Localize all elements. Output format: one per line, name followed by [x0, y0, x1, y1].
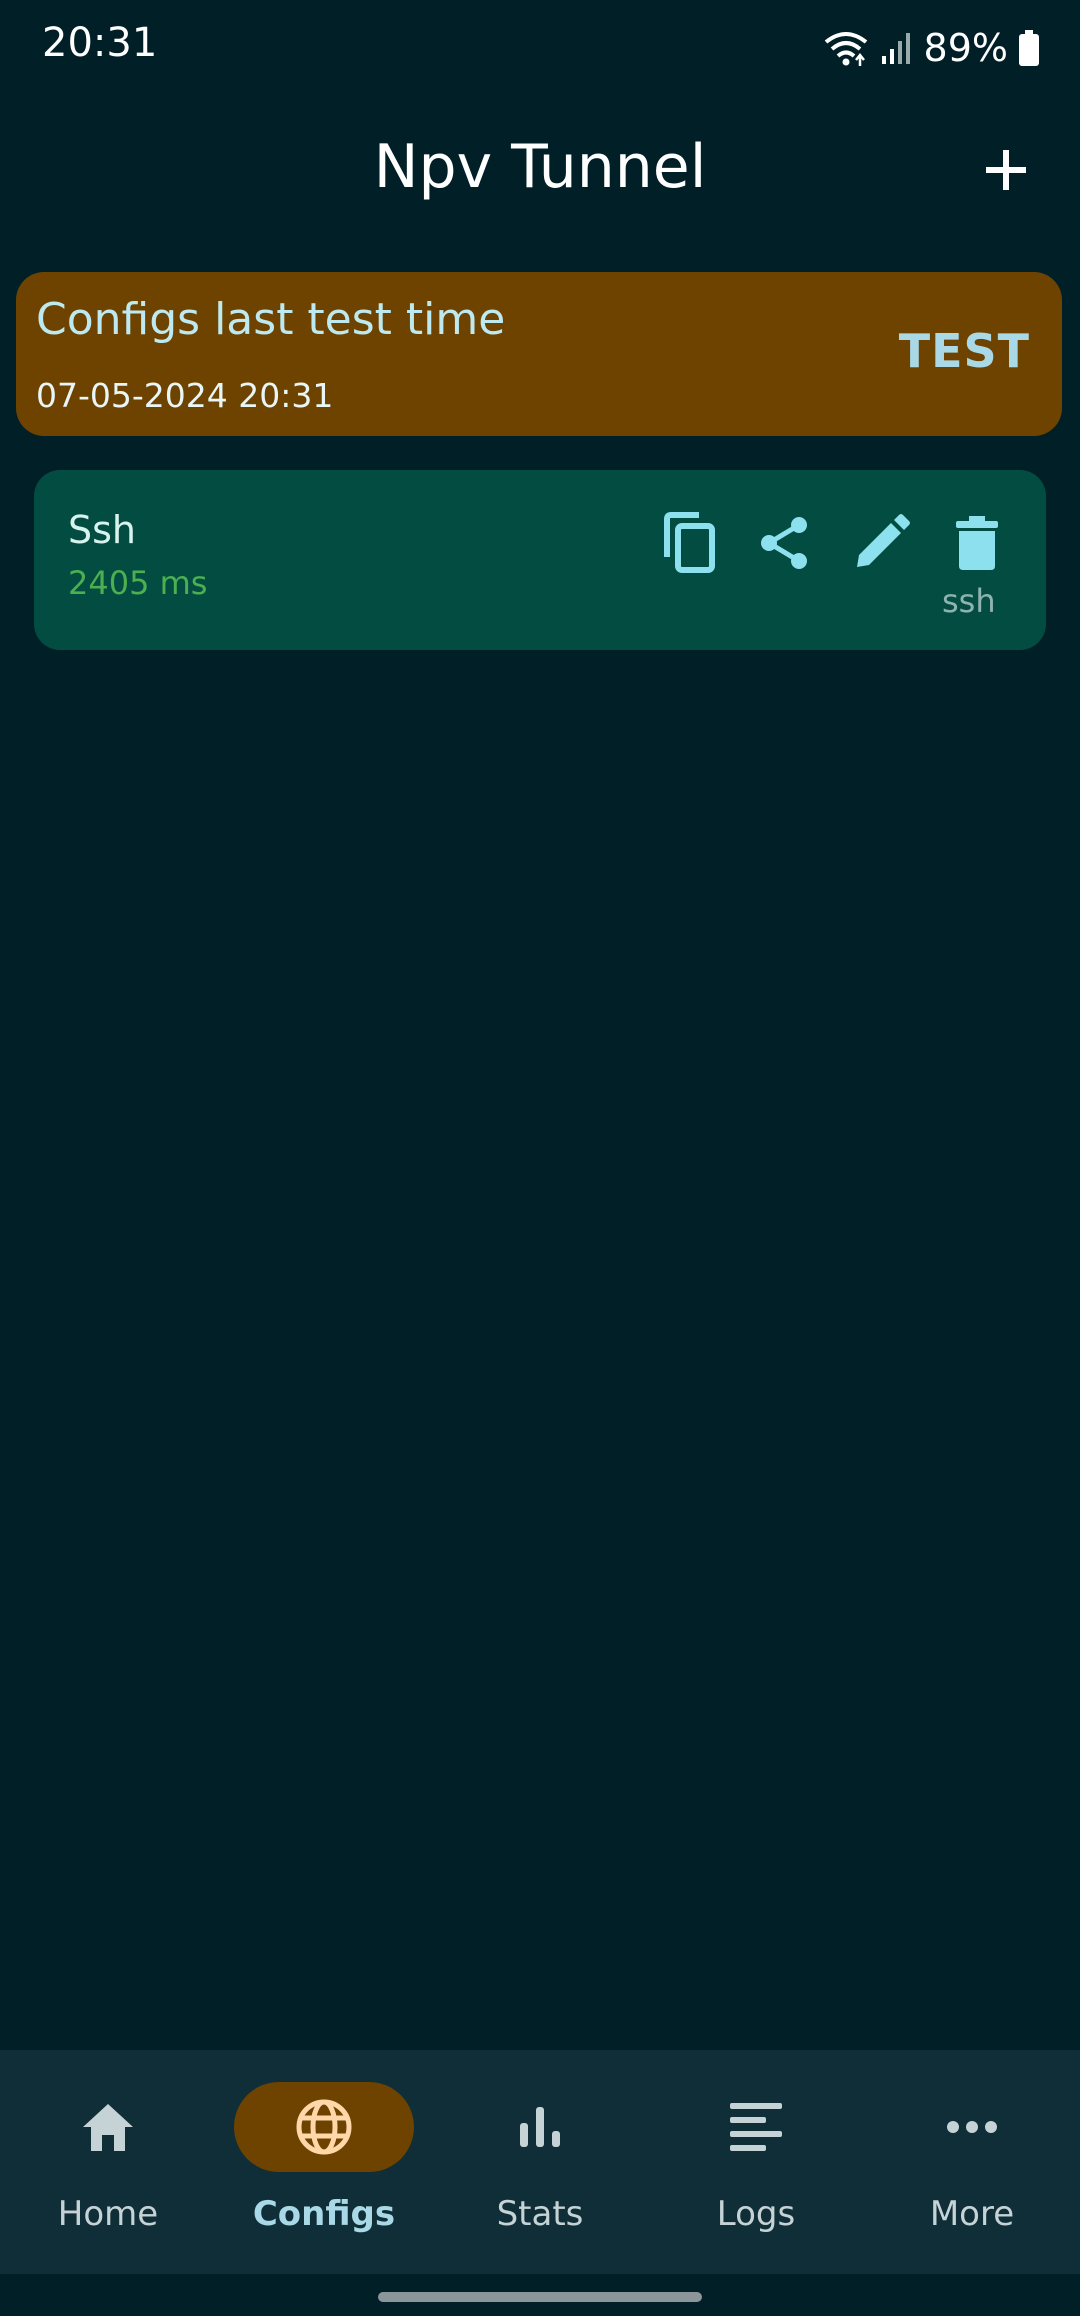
- nav-item-more[interactable]: More: [864, 2050, 1080, 2274]
- test-banner: Configs last test time 07-05-2024 20:31 …: [16, 272, 1062, 436]
- add-config-button[interactable]: [966, 130, 1046, 210]
- nav-item-home[interactable]: Home: [0, 2050, 216, 2274]
- nav-label-more: More: [929, 2194, 1015, 2234]
- copy-icon: [664, 512, 715, 573]
- nav-item-logs[interactable]: Logs: [648, 2050, 864, 2274]
- delete-button[interactable]: [942, 508, 1012, 578]
- nav-item-stats[interactable]: Stats: [432, 2050, 648, 2274]
- edit-button[interactable]: [846, 508, 916, 578]
- lines-icon: [730, 2103, 782, 2151]
- page-title: Npv Tunnel: [373, 132, 707, 202]
- status-bar: 20:31 89%: [0, 0, 1080, 96]
- banner-title: Configs last test time: [36, 294, 506, 345]
- nav-pill-configs: [234, 2082, 414, 2172]
- nav-pill-logs: [666, 2082, 846, 2172]
- home-indicator[interactable]: [378, 2292, 702, 2302]
- bottom-nav: Home Configs Stats Logs More: [0, 2050, 1080, 2274]
- nav-label-home: Home: [57, 2194, 159, 2234]
- nav-item-configs[interactable]: Configs: [216, 2050, 432, 2274]
- signal-icon: [880, 30, 914, 66]
- wifi-icon: [822, 28, 870, 68]
- status-time: 20:31: [42, 20, 158, 66]
- nav-pill-home: [18, 2082, 198, 2172]
- nav-pill-more: [882, 2082, 1062, 2172]
- share-button[interactable]: [750, 508, 820, 578]
- share-icon: [761, 517, 807, 569]
- config-latency: 2405 ms: [68, 564, 208, 602]
- app-header: Npv Tunnel: [0, 110, 1080, 230]
- nav-pill-stats: [450, 2082, 630, 2172]
- status-icons: 89%: [822, 20, 1040, 76]
- copy-button[interactable]: [654, 508, 724, 578]
- bar-chart-icon: [520, 2107, 560, 2147]
- nav-label-configs: Configs: [252, 2194, 396, 2234]
- plus-icon: [986, 150, 1026, 190]
- edit-icon: [857, 514, 910, 567]
- config-type: ssh: [942, 582, 996, 620]
- battery-percent: 89%: [923, 26, 1008, 70]
- nav-label-stats: Stats: [496, 2194, 584, 2234]
- battery-icon: [1018, 29, 1040, 67]
- home-icon: [83, 2104, 133, 2151]
- delete-icon: [956, 516, 998, 570]
- globe-icon: [296, 2099, 352, 2155]
- config-card[interactable]: Ssh 2405 ms ssh: [34, 470, 1046, 650]
- test-button[interactable]: TEST: [899, 324, 1030, 378]
- more-dots-icon: [947, 2121, 997, 2133]
- banner-timestamp: 07-05-2024 20:31: [36, 376, 334, 415]
- nav-label-logs: Logs: [716, 2194, 796, 2234]
- config-name: Ssh: [68, 508, 137, 552]
